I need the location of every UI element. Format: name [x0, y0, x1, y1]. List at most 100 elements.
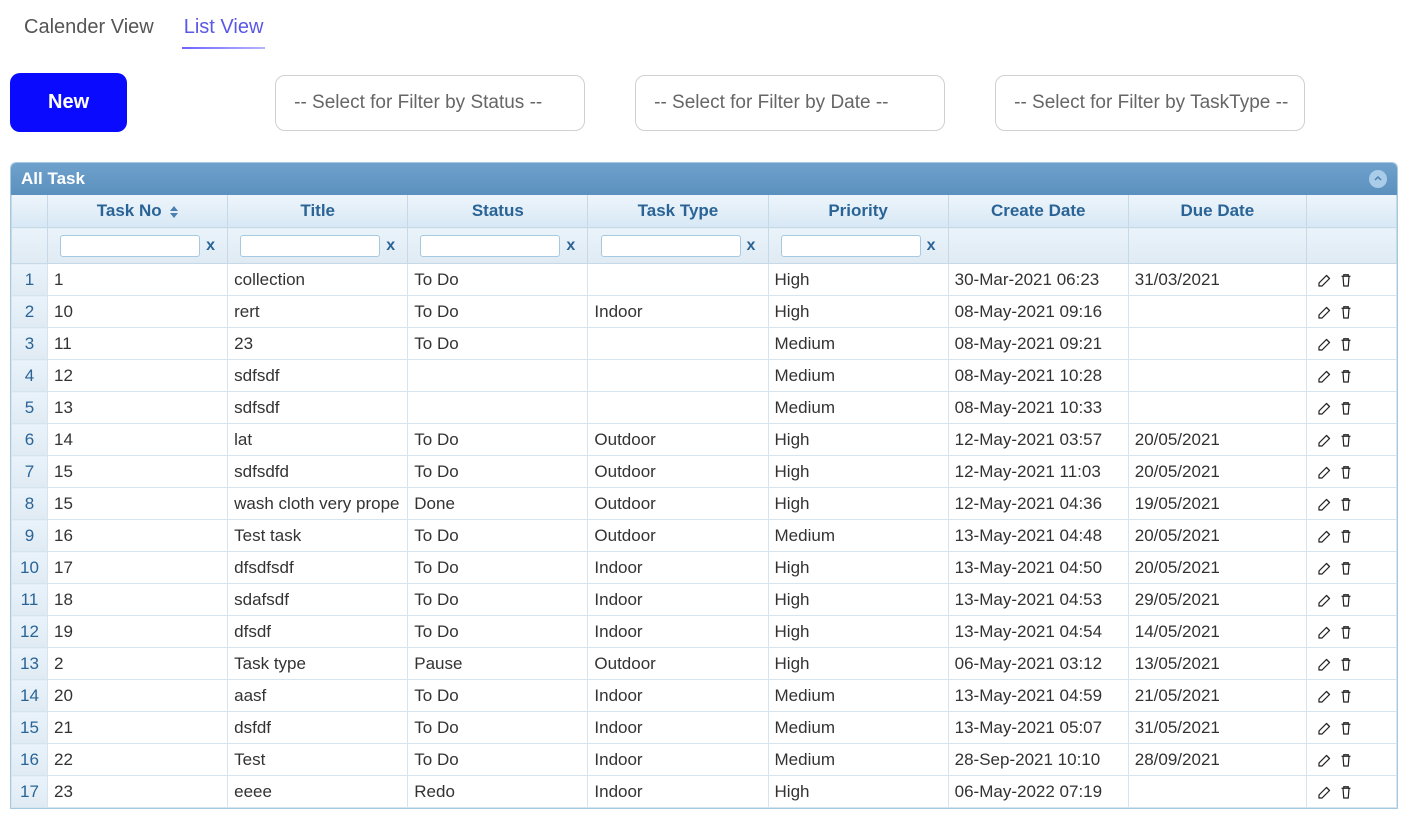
- filter-title-input[interactable]: [240, 235, 380, 257]
- rownum-cell: 12: [12, 616, 48, 648]
- delete-icon[interactable]: [1336, 590, 1356, 610]
- delete-icon[interactable]: [1336, 782, 1356, 802]
- title-cell: sdfsdf: [228, 392, 408, 424]
- table-row: 513sdfsdfMedium08-May-2021 10:33: [12, 392, 1397, 424]
- new-button[interactable]: New: [10, 73, 127, 132]
- edit-icon[interactable]: [1315, 334, 1335, 354]
- rownum-cell: 6: [12, 424, 48, 456]
- title-cell: aasf: [228, 680, 408, 712]
- priority-cell: High: [768, 456, 948, 488]
- tasktype-cell: Indoor: [588, 744, 768, 776]
- filter-status-select[interactable]: -- Select for Filter by Status --: [275, 75, 585, 131]
- rownum-cell: 4: [12, 360, 48, 392]
- edit-icon[interactable]: [1315, 494, 1335, 514]
- priority-cell: High: [768, 296, 948, 328]
- filter-date-select[interactable]: -- Select for Filter by Date --: [635, 75, 945, 131]
- filter-tasktype-select[interactable]: -- Select for Filter by TaskType --: [995, 75, 1305, 131]
- header-status[interactable]: Status: [408, 195, 588, 228]
- status-cell: To Do: [408, 264, 588, 296]
- edit-icon[interactable]: [1315, 430, 1335, 450]
- filter-taskno-input[interactable]: [60, 235, 200, 257]
- tasktype-cell: Indoor: [588, 296, 768, 328]
- table-filter-row: x x x x x: [12, 228, 1397, 264]
- filter-tasktype-clear[interactable]: x: [747, 237, 756, 255]
- delete-icon[interactable]: [1336, 718, 1356, 738]
- due-cell: [1128, 360, 1306, 392]
- filter-title-clear[interactable]: x: [386, 237, 395, 255]
- rownum-cell: 5: [12, 392, 48, 424]
- edit-icon[interactable]: [1315, 622, 1335, 642]
- due-cell: [1128, 392, 1306, 424]
- status-cell: To Do: [408, 744, 588, 776]
- delete-icon[interactable]: [1336, 430, 1356, 450]
- delete-icon[interactable]: [1336, 526, 1356, 546]
- priority-cell: High: [768, 584, 948, 616]
- delete-icon[interactable]: [1336, 558, 1356, 578]
- delete-icon[interactable]: [1336, 302, 1356, 322]
- edit-icon[interactable]: [1315, 302, 1335, 322]
- table-row: 1521dsfdfTo DoIndoorMedium13-May-2021 05…: [12, 712, 1397, 744]
- header-priority[interactable]: Priority: [768, 195, 948, 228]
- table-row: 132Task typePauseOutdoorHigh06-May-2021 …: [12, 648, 1397, 680]
- edit-icon[interactable]: [1315, 686, 1335, 706]
- edit-icon[interactable]: [1315, 270, 1335, 290]
- filter-tasktype-input[interactable]: [601, 235, 741, 257]
- table-row: 815wash cloth very propeDoneOutdoorHigh1…: [12, 488, 1397, 520]
- header-title[interactable]: Title: [228, 195, 408, 228]
- edit-icon[interactable]: [1315, 590, 1335, 610]
- table-row: 11collectionTo DoHigh30-Mar-2021 06:2331…: [12, 264, 1397, 296]
- edit-icon[interactable]: [1315, 462, 1335, 482]
- delete-icon[interactable]: [1336, 494, 1356, 514]
- title-cell: dfsdf: [228, 616, 408, 648]
- create-cell: 13-May-2021 04:53: [948, 584, 1128, 616]
- edit-icon[interactable]: [1315, 750, 1335, 770]
- tab-list-view[interactable]: List View: [182, 10, 266, 49]
- header-create-date[interactable]: Create Date: [948, 195, 1128, 228]
- panel-title: All Task: [21, 169, 85, 189]
- collapse-icon[interactable]: [1369, 170, 1387, 188]
- edit-icon[interactable]: [1315, 366, 1335, 386]
- tasktype-cell: Indoor: [588, 712, 768, 744]
- tab-calendar-view[interactable]: Calender View: [22, 10, 156, 49]
- filter-priority-clear[interactable]: x: [927, 237, 936, 255]
- rownum-cell: 1: [12, 264, 48, 296]
- delete-icon[interactable]: [1336, 750, 1356, 770]
- due-cell: [1128, 328, 1306, 360]
- filter-taskno-clear[interactable]: x: [206, 237, 215, 255]
- delete-icon[interactable]: [1336, 654, 1356, 674]
- delete-icon[interactable]: [1336, 334, 1356, 354]
- title-cell: sdfsdfd: [228, 456, 408, 488]
- edit-icon[interactable]: [1315, 654, 1335, 674]
- filter-priority-input[interactable]: [781, 235, 921, 257]
- header-due-date[interactable]: Due Date: [1128, 195, 1306, 228]
- create-cell: 13-May-2021 04:54: [948, 616, 1128, 648]
- edit-icon[interactable]: [1315, 526, 1335, 546]
- priority-cell: Medium: [768, 392, 948, 424]
- due-cell: 20/05/2021: [1128, 552, 1306, 584]
- delete-icon[interactable]: [1336, 622, 1356, 642]
- sort-icon[interactable]: [170, 206, 178, 218]
- create-cell: 13-May-2021 05:07: [948, 712, 1128, 744]
- header-taskno[interactable]: Task No: [48, 195, 228, 228]
- delete-icon[interactable]: [1336, 366, 1356, 386]
- header-tasktype[interactable]: Task Type: [588, 195, 768, 228]
- rownum-cell: 7: [12, 456, 48, 488]
- status-cell: Redo: [408, 776, 588, 808]
- delete-icon[interactable]: [1336, 686, 1356, 706]
- edit-icon[interactable]: [1315, 398, 1335, 418]
- edit-icon[interactable]: [1315, 558, 1335, 578]
- edit-icon[interactable]: [1315, 782, 1335, 802]
- priority-cell: Medium: [768, 680, 948, 712]
- rownum-cell: 13: [12, 648, 48, 680]
- delete-icon[interactable]: [1336, 270, 1356, 290]
- edit-icon[interactable]: [1315, 718, 1335, 738]
- delete-icon[interactable]: [1336, 398, 1356, 418]
- taskno-cell: 20: [48, 680, 228, 712]
- filter-status-clear[interactable]: x: [566, 237, 575, 255]
- filter-status-input[interactable]: [420, 235, 560, 257]
- priority-cell: Medium: [768, 744, 948, 776]
- taskno-cell: 15: [48, 488, 228, 520]
- taskno-cell: 16: [48, 520, 228, 552]
- delete-icon[interactable]: [1336, 462, 1356, 482]
- create-cell: 12-May-2021 11:03: [948, 456, 1128, 488]
